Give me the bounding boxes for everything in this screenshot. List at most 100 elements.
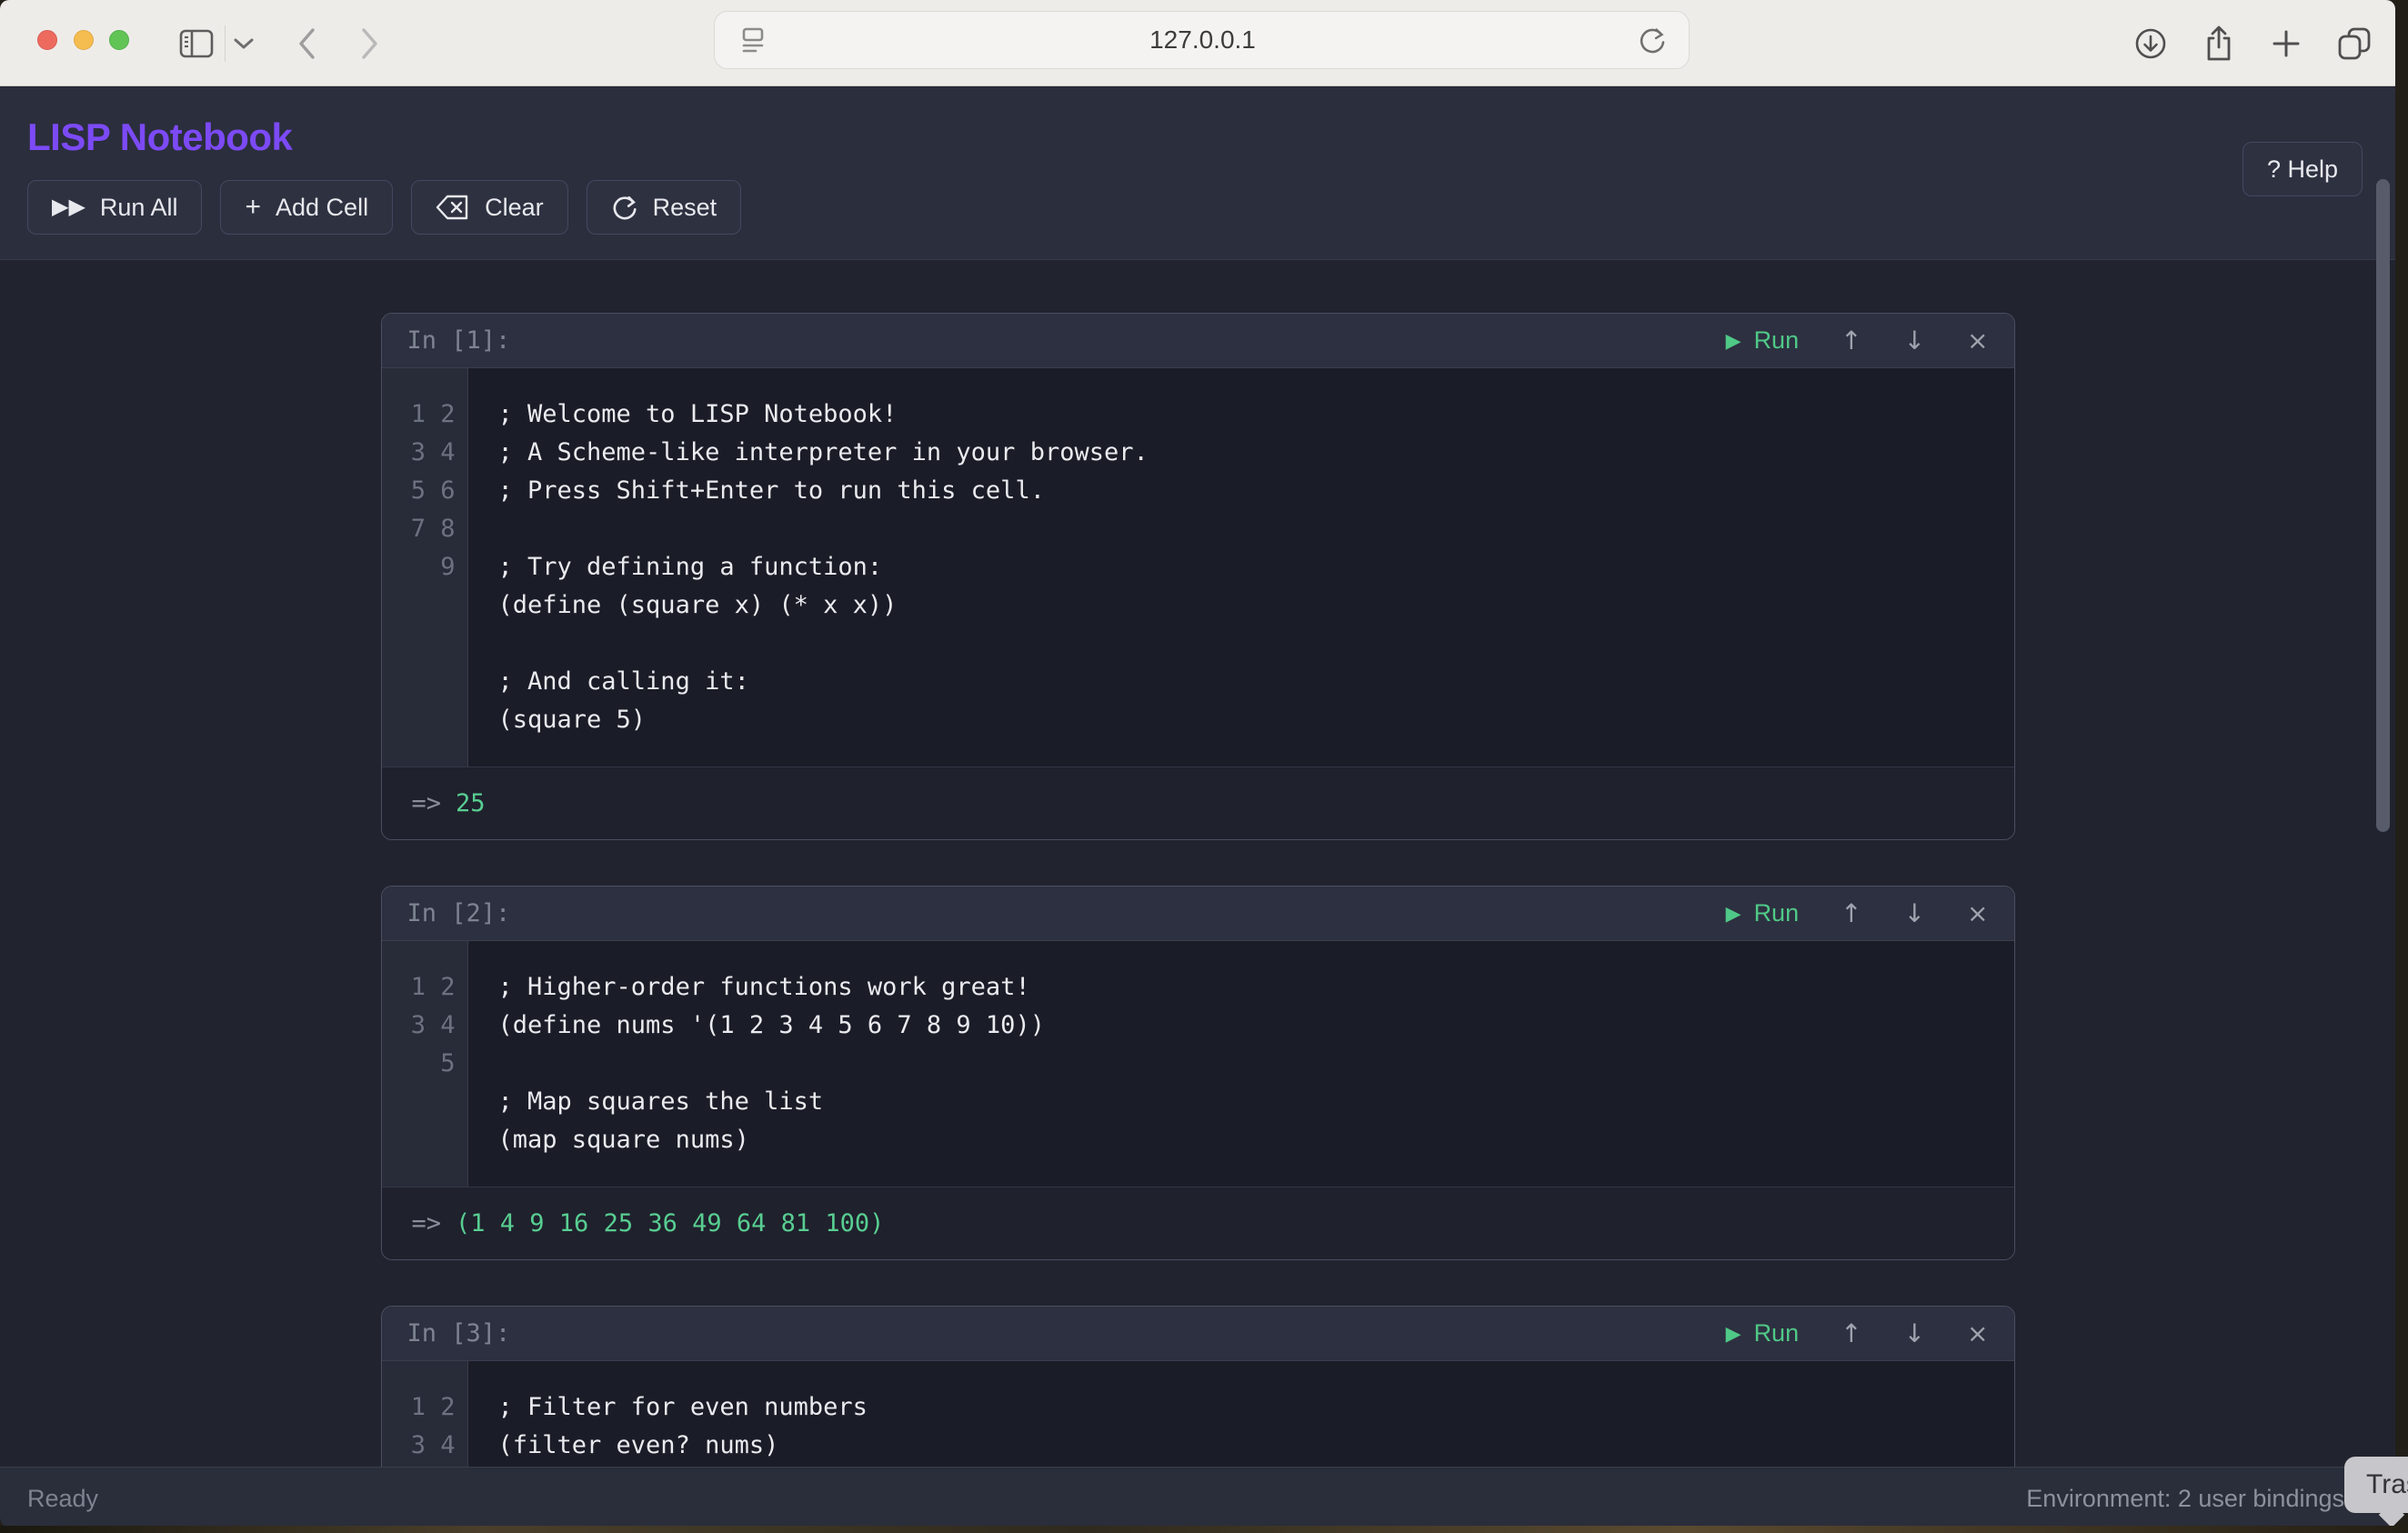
browser-toolbar: 127.0.0.1 [0,0,2395,86]
status-ready: Ready [27,1485,98,1513]
zoom-window-button[interactable] [109,30,129,50]
help-label: ? Help [2267,155,2338,184]
page-format-icon[interactable] [740,26,768,54]
run-cell-button[interactable]: ▶ Run [1726,899,1799,927]
run-cell-button[interactable]: ▶ Run [1726,1319,1799,1348]
play-icon: ▶ [1726,1322,1741,1346]
status-environment: Environment: 2 user bindings [2026,1485,2344,1513]
tab-overview-icon[interactable] [2333,0,2375,86]
delete-cell-button[interactable]: × [1967,326,1988,356]
toolbar-divider [225,25,226,62]
sidebar-toggle-icon[interactable] [177,0,216,86]
code-line: ; Welcome to LISP Notebook! [498,396,1991,434]
clear-backspace-icon [436,195,470,220]
url-text[interactable]: 127.0.0.1 [768,25,1638,55]
play-icon: ▶ [1726,329,1741,353]
cell-controls: ▶ Run ↑ ↓ × [1726,898,1989,928]
output-prefix: => [412,1209,442,1237]
move-cell-up-button[interactable]: ↑ [1841,1318,1861,1348]
code-line: ; Map squares the list [498,1083,1991,1121]
delete-cell-button[interactable]: × [1967,1318,1988,1348]
reset-icon [611,194,638,221]
page-header: LISP Notebook ▶▶ Run All + Add Cell [0,87,2395,260]
cell-header: In [1]: ▶ Run ↑ ↓ × [382,314,2014,368]
move-cell-down-button[interactable]: ↓ [1904,326,1925,356]
move-cell-down-button[interactable]: ↓ [1904,1318,1925,1348]
browser-window: 127.0.0.1 [0,0,2395,1529]
status-bar: Ready Environment: 2 user bindings [0,1467,2395,1529]
code-line [498,1045,1991,1083]
code-line [498,625,1991,663]
back-icon[interactable] [289,0,326,86]
cell-body: 1 2 3 4 5 ; Higher-order functions work … [382,941,2014,1187]
output-value: (1 4 9 16 25 36 49 64 81 100) [456,1209,884,1237]
notebook-toolbar: ▶▶ Run All + Add Cell [27,180,2368,235]
code-line: ; Try defining a function: [498,548,1991,586]
code-line: ; Filter for even numbers [498,1388,1991,1427]
cell-body: 1 2 3 4 5 6 7 8 9 ; Welcome to LISP Note… [382,368,2014,766]
line-numbers: 1 2 3 4 5 [403,968,456,1159]
downloads-icon[interactable] [2131,0,2171,86]
plus-icon: + [245,194,261,221]
line-number-gutter: 1 2 3 4 5 [382,941,468,1187]
move-cell-up-button[interactable]: ↑ [1841,326,1861,356]
page-title: LISP Notebook [27,118,2368,156]
play-icon: ▶ [1726,902,1741,926]
code-line: ; And calling it: [498,663,1991,701]
reload-icon[interactable] [1638,25,1667,55]
chevron-down-icon[interactable] [230,0,257,86]
close-window-button[interactable] [37,30,57,50]
code-line: (define nums '(1 2 3 4 5 6 7 8 9 10)) [498,1007,1991,1045]
run-cell-button[interactable]: ▶ Run [1726,326,1799,355]
run-label: Run [1754,326,1800,355]
code-line [498,510,1991,548]
code-line: (filter even? nums) [498,1427,1991,1465]
code-line: ; Press Shift+Enter to run this cell. [498,472,1991,510]
cell-controls: ▶ Run ↑ ↓ × [1726,1318,1989,1348]
minimize-window-button[interactable] [74,30,94,50]
line-number-gutter: 1 2 3 4 5 6 7 8 9 [382,368,468,766]
help-button[interactable]: ? Help [2242,142,2363,196]
desktop-wallpaper-sliver [0,1526,2408,1533]
notebook-page: LISP Notebook ▶▶ Run All + Add Cell [0,87,2395,1529]
notebook-cell: In [3]: ▶ Run ↑ ↓ × 1 2 3 4 ; Filter for… [381,1306,2015,1493]
reset-button[interactable]: Reset [587,180,742,235]
output-prefix: => [412,789,442,817]
code-line: (map square nums) [498,1121,1991,1159]
cell-header: In [3]: ▶ Run ↑ ↓ × [382,1307,2014,1361]
code-line: ; Higher-order functions work great! [498,968,1991,1007]
delete-cell-button[interactable]: × [1967,898,1988,928]
move-cell-up-button[interactable]: ↑ [1841,898,1861,928]
clear-label: Clear [485,194,544,222]
code-editor[interactable]: ; Welcome to LISP Notebook!; A Scheme-li… [468,368,2014,766]
run-label: Run [1754,1319,1800,1348]
notebook-cell: In [2]: ▶ Run ↑ ↓ × 1 2 3 4 5 ; Higher-o… [381,886,2015,1260]
run-all-button[interactable]: ▶▶ Run All [27,180,202,235]
run-all-icon: ▶▶ [52,196,85,218]
cell-label: In [1]: [407,326,511,355]
scrollbar-thumb[interactable] [2376,179,2390,832]
share-icon[interactable] [2199,0,2239,86]
cell-list: In [1]: ▶ Run ↑ ↓ × 1 2 3 4 5 6 7 8 9 ; … [381,260,2015,1493]
code-line: (square 5) [498,701,1991,739]
code-editor[interactable]: ; Higher-order functions work great!(def… [468,941,2014,1187]
screen: 127.0.0.1 [0,0,2408,1533]
line-numbers: 1 2 3 4 [403,1388,456,1465]
cell-header: In [2]: ▶ Run ↑ ↓ × [382,887,2014,941]
line-numbers: 1 2 3 4 5 6 7 8 9 [403,396,456,739]
move-cell-down-button[interactable]: ↓ [1904,898,1925,928]
code-line: (define (square x) (* x x)) [498,586,1991,625]
cell-label: In [2]: [407,899,511,927]
notebook-cell: In [1]: ▶ Run ↑ ↓ × 1 2 3 4 5 6 7 8 9 ; … [381,313,2015,840]
dock-tooltip: Trash [2344,1457,2408,1513]
run-all-label: Run All [100,194,178,222]
cell-output: => 25 [382,766,2014,839]
new-tab-icon[interactable] [2266,0,2306,86]
clear-button[interactable]: Clear [411,180,568,235]
address-bar[interactable]: 127.0.0.1 [714,11,1690,69]
cell-controls: ▶ Run ↑ ↓ × [1726,326,1989,356]
forward-icon[interactable] [351,0,387,86]
add-cell-label: Add Cell [276,194,368,222]
code-line: ; A Scheme-like interpreter in your brow… [498,434,1991,472]
add-cell-button[interactable]: + Add Cell [220,180,393,235]
